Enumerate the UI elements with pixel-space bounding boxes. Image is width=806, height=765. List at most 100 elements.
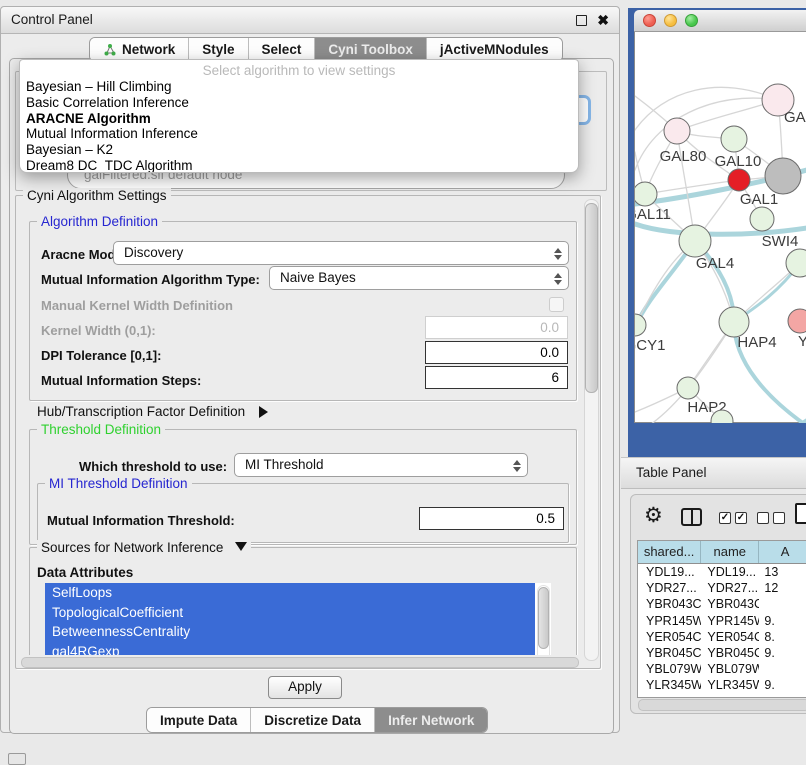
dropdown-item-basic-correlation-inference[interactable]: Basic Correlation Inference: [20, 95, 578, 111]
network-node-gal11[interactable]: [635, 182, 657, 206]
settings-hscrollbar-thumb[interactable]: [21, 657, 579, 668]
aracne-mode-combobox[interactable]: Discovery: [113, 241, 569, 265]
dropdown-item-bayesian-hill-climbing[interactable]: Bayesian – Hill Climbing: [20, 79, 578, 95]
kernel-width-field[interactable]: 0.0: [425, 316, 568, 339]
column-header-name[interactable]: name: [701, 541, 759, 563]
table-cell: YDR27...: [701, 580, 759, 596]
apply-button[interactable]: Apply: [268, 676, 342, 699]
settings-scrollbar-thumb[interactable]: [585, 203, 598, 393]
mi-type-label: Mutual Information Algorithm Type:: [41, 272, 260, 287]
network-graph[interactable]: GALGAL80GAL10GAL1GAL11SWI4GAL4GCY1HAP4YH…: [635, 32, 806, 423]
tab-select[interactable]: Select: [249, 38, 316, 61]
zoom-traffic-light-icon[interactable]: [685, 14, 698, 27]
network-node-gal4[interactable]: [679, 225, 711, 257]
column-header-shared-[interactable]: shared...: [638, 541, 701, 563]
float-window-icon[interactable]: [576, 15, 587, 26]
spinner-arrows-icon: [511, 458, 522, 474]
table-row[interactable]: YIL052CYIL052C9: [638, 694, 806, 699]
table-cell: 9.: [759, 677, 806, 693]
table-cell: 9.: [759, 613, 806, 629]
network-node-gal80[interactable]: [664, 118, 690, 144]
table-row[interactable]: YDL19...YDL19...13: [638, 564, 806, 580]
table-row[interactable]: YER054CYER054C8.: [638, 629, 806, 645]
table-cell: YPR145W: [638, 613, 701, 629]
tab-discretize-data[interactable]: Discretize Data: [251, 708, 375, 732]
column-header-a[interactable]: A: [759, 541, 806, 563]
dropdown-item-mutual-information-inference[interactable]: Mutual Information Inference: [20, 126, 578, 142]
table-row[interactable]: YLR345WYLR345W9.: [638, 677, 806, 693]
tab-network[interactable]: Network: [90, 38, 189, 61]
tab-label: Style: [202, 42, 234, 57]
network-window-titlebar: [634, 10, 806, 32]
data-attributes-label: Data Attributes: [37, 565, 133, 580]
network-node-gal1[interactable]: [728, 169, 750, 191]
tab-style[interactable]: Style: [189, 38, 248, 61]
table-row[interactable]: YDR27...YDR27...12: [638, 580, 806, 596]
table-hscrollbar[interactable]: [638, 699, 806, 711]
mi-type-combobox[interactable]: Naive Bayes: [269, 266, 569, 290]
attribute-item-betweennesscentrality[interactable]: BetweennessCentrality: [45, 622, 535, 642]
table-cell: YER054C: [701, 629, 759, 645]
dropdown-item-bayesian-k2[interactable]: Bayesian – K2: [20, 142, 578, 158]
deselect-checkbox-2-icon[interactable]: [773, 512, 785, 524]
network-node-y[interactable]: [788, 309, 806, 333]
mi-type-value: Naive Bayes: [280, 270, 356, 285]
close-icon[interactable]: ✖: [597, 14, 609, 26]
tab-cyni-toolbox[interactable]: Cyni Toolbox: [315, 38, 427, 61]
data-attributes-list[interactable]: SelfLoopsTopologicalCoefficientBetweenne…: [45, 583, 551, 663]
control-panel-titlebar: Control Panel ✖: [1, 7, 619, 34]
select-all-checkbox-2-icon[interactable]: ✓: [735, 512, 747, 524]
spinner-arrows-icon: [552, 246, 563, 262]
dropdown-item-dream8-dc-tdc-algorithm[interactable]: Dream8 DC_TDC Algorithm: [20, 158, 578, 173]
gear-icon[interactable]: ⚙: [644, 504, 663, 528]
minimized-window-icon[interactable]: [8, 753, 26, 765]
hub-definition-toggle[interactable]: Hub/Transcription Factor Definition: [37, 404, 268, 419]
table-row[interactable]: YBR043CYBR043C: [638, 596, 806, 612]
file-icon[interactable]: [795, 503, 806, 524]
mi-threshold-field[interactable]: 0.5: [419, 507, 564, 530]
table-cell: YLR345W: [701, 677, 759, 693]
dpi-tolerance-label: DPI Tolerance [0,1]:: [41, 348, 161, 363]
deselect-checkbox-1-icon[interactable]: [757, 512, 769, 524]
which-threshold-combobox[interactable]: MI Threshold: [234, 453, 528, 477]
attributes-scrollbar-thumb[interactable]: [538, 587, 549, 649]
attribute-item-topologicalcoefficient[interactable]: TopologicalCoefficient: [45, 603, 535, 623]
table-cell: YDL19...: [638, 564, 701, 580]
node-label-swi4: SWI4: [762, 233, 799, 250]
network-node-gal10[interactable]: [721, 126, 747, 152]
network-node-swi4[interactable]: [750, 207, 774, 231]
aracne-mode-value: Discovery: [124, 245, 183, 260]
columns-icon[interactable]: [681, 508, 702, 526]
table-hscrollbar-thumb[interactable]: [638, 699, 806, 711]
table-row[interactable]: YPR145WYPR145W9.: [638, 613, 806, 629]
table-cell: YBL079W: [638, 661, 701, 677]
node-label-y: Y: [798, 333, 806, 350]
mi-steps-field[interactable]: 6: [425, 366, 568, 389]
network-node-gcy1[interactable]: [635, 314, 646, 336]
node-table[interactable]: shared...nameA YDL19...YDL19...13YDR27..…: [637, 540, 806, 698]
tab-infer-network[interactable]: Infer Network: [375, 708, 487, 732]
tab-jactivemnodules[interactable]: jActiveMNodules: [427, 38, 562, 61]
select-all-checkbox-1-icon[interactable]: ✓: [719, 512, 731, 524]
close-traffic-light-icon[interactable]: [643, 14, 656, 27]
control-panel-window: Control Panel ✖ Network Style SelectCyni T…: [0, 6, 620, 733]
dropdown-item-aracne-algorithm[interactable]: ARACNE Algorithm: [20, 111, 578, 127]
table-row[interactable]: YBL079WYBL079W: [638, 661, 806, 677]
manual-kernel-label: Manual Kernel Width Definition: [41, 298, 233, 313]
table-cell: YBR045C: [638, 645, 701, 661]
bottom-tabs: Impute DataDiscretize DataInfer Network: [146, 707, 488, 733]
dpi-tolerance-field[interactable]: 0.0: [425, 341, 568, 364]
table-cell: 13: [759, 564, 806, 580]
table-row[interactable]: YBR045CYBR045C9.: [638, 645, 806, 661]
table-cell: YBR045C: [701, 645, 759, 661]
minimize-traffic-light-icon[interactable]: [664, 14, 677, 27]
network-node[interactable]: [765, 158, 801, 194]
network-node-hap4[interactable]: [719, 307, 749, 337]
manual-kernel-checkbox[interactable]: [549, 297, 564, 312]
sources-toggle[interactable]: Sources for Network Inference: [37, 540, 251, 555]
table-panel-title: Table Panel: [636, 465, 707, 480]
attribute-item-selfloops[interactable]: SelfLoops: [45, 583, 535, 603]
tab-impute-data[interactable]: Impute Data: [147, 708, 251, 732]
network-node-hap2[interactable]: [677, 377, 699, 399]
table-cell: YDR27...: [638, 580, 701, 596]
